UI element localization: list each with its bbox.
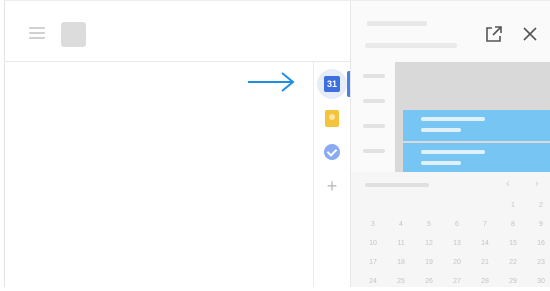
week-row: 1 2 — [359, 196, 550, 215]
day-cell[interactable]: 18 — [387, 253, 415, 272]
app-logo — [61, 22, 86, 47]
keep-rail-button[interactable] — [321, 107, 343, 129]
open-in-new-icon[interactable] — [485, 25, 503, 43]
day-view[interactable] — [395, 62, 550, 172]
week-row: 3 4 5 6 7 8 9 — [359, 215, 550, 234]
week-row: 17 18 19 20 21 22 23 — [359, 253, 550, 272]
time-column — [351, 62, 395, 172]
menu-icon[interactable] — [29, 27, 45, 39]
calendar-icon: 31 — [324, 76, 340, 92]
day-cell[interactable]: 20 — [443, 253, 471, 272]
day-cell[interactable]: 22 — [499, 253, 527, 272]
day-cell[interactable]: 6 — [443, 215, 471, 234]
day-cell[interactable]: 29 — [499, 272, 527, 291]
day-cell[interactable]: 13 — [443, 234, 471, 253]
day-cell[interactable]: 10 — [359, 234, 387, 253]
day-cell[interactable]: 16 — [527, 234, 550, 253]
day-cell[interactable]: 17 — [359, 253, 387, 272]
close-icon[interactable] — [523, 27, 537, 41]
mini-calendar-grid: 1 2 3 4 5 6 7 8 9 10 11 12 13 14 15 16 1… — [359, 196, 550, 291]
day-cell[interactable]: 25 — [387, 272, 415, 291]
add-addon-button[interactable]: + — [321, 175, 343, 197]
day-cell[interactable] — [387, 196, 415, 215]
day-cell[interactable] — [415, 196, 443, 215]
panel-header — [351, 1, 550, 61]
day-cell[interactable]: 4 — [387, 215, 415, 234]
calendar-rail-button[interactable]: 31 — [317, 69, 347, 99]
calendar-event[interactable] — [403, 143, 550, 172]
panel-subtitle-placeholder — [365, 43, 457, 48]
keep-icon — [325, 109, 339, 127]
add-icon: + — [326, 176, 338, 196]
chevron-right-icon[interactable]: › — [535, 178, 539, 190]
side-panel-rail: 31 + — [313, 61, 350, 287]
day-cell[interactable]: 8 — [499, 215, 527, 234]
day-cell[interactable]: 26 — [415, 272, 443, 291]
day-cell[interactable]: 14 — [471, 234, 499, 253]
day-cell[interactable]: 11 — [387, 234, 415, 253]
day-cell[interactable] — [359, 196, 387, 215]
panel-title-placeholder — [367, 21, 427, 26]
tasks-rail-button[interactable] — [321, 141, 343, 163]
day-cell[interactable]: 1 — [499, 196, 527, 215]
mini-calendar: ‹ › 1 2 3 4 5 6 7 8 9 10 11 12 13 14 15 … — [351, 172, 550, 287]
day-cell[interactable]: 24 — [359, 272, 387, 291]
day-cell[interactable] — [443, 196, 471, 215]
pointer-arrow — [248, 72, 295, 92]
week-row: 24 25 26 27 28 29 30 — [359, 272, 550, 291]
day-cell[interactable]: 21 — [471, 253, 499, 272]
day-cell[interactable]: 3 — [359, 215, 387, 234]
calendar-event[interactable] — [403, 110, 550, 141]
day-cell[interactable]: 9 — [527, 215, 550, 234]
day-cell[interactable]: 7 — [471, 215, 499, 234]
day-cell[interactable]: 30 — [527, 272, 550, 291]
day-cell[interactable]: 27 — [443, 272, 471, 291]
day-cell[interactable]: 12 — [415, 234, 443, 253]
day-cell[interactable] — [471, 196, 499, 215]
calendar-side-panel: ‹ › 1 2 3 4 5 6 7 8 9 10 11 12 13 14 15 … — [350, 1, 550, 287]
day-cell[interactable]: 2 — [527, 196, 550, 215]
app-header — [5, 1, 350, 62]
week-row: 10 11 12 13 14 15 16 — [359, 234, 550, 253]
day-cell[interactable]: 23 — [527, 253, 550, 272]
mini-calendar-month-placeholder — [365, 183, 429, 187]
chevron-left-icon[interactable]: ‹ — [506, 178, 510, 190]
tasks-icon — [324, 144, 340, 160]
day-cell[interactable]: 15 — [499, 234, 527, 253]
day-cell[interactable]: 28 — [471, 272, 499, 291]
day-cell[interactable]: 5 — [415, 215, 443, 234]
day-cell[interactable]: 19 — [415, 253, 443, 272]
